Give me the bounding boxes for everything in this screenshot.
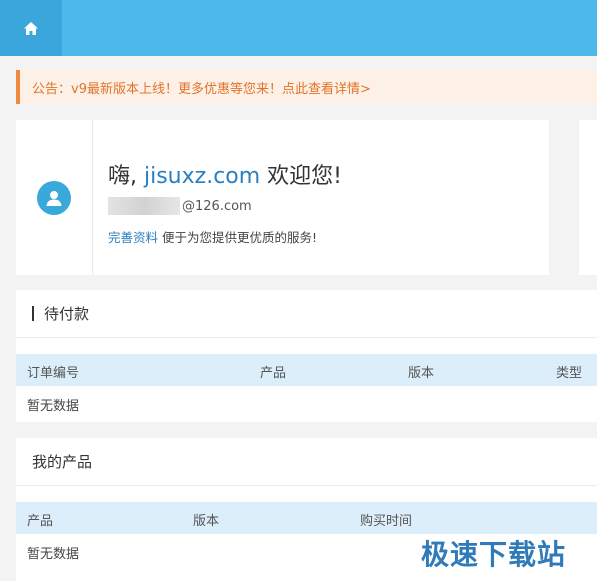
email-domain: @126.com xyxy=(182,198,252,214)
column-purchase-time: 购买时间 xyxy=(360,514,413,529)
announcement-banner: 公告：v9最新版本上线！更多优惠等您来！ 点此查看详情> xyxy=(16,70,597,104)
column-order-number: 订单编号 xyxy=(27,366,80,381)
complete-profile-link[interactable]: 完善资料 xyxy=(108,230,158,245)
column-version: 版本 xyxy=(193,514,220,529)
user-icon xyxy=(46,190,62,206)
top-bar xyxy=(0,0,597,56)
home-button[interactable] xyxy=(0,0,62,56)
welcome-greeting: 嗨, jisuxz.com 欢迎您! xyxy=(108,158,342,190)
watermark-logo: 极速下载站 xyxy=(421,538,567,571)
pending-payment-header: 待付款 xyxy=(16,290,597,338)
profile-prompt: 完善资料 便于为您提供更优质的服务! xyxy=(108,227,317,246)
column-product: 产品 xyxy=(260,366,287,381)
site-name: jisuxz.com xyxy=(144,164,261,189)
avatar[interactable] xyxy=(37,180,71,215)
avatar-column xyxy=(16,120,93,275)
column-product: 产品 xyxy=(27,514,54,529)
pending-payment-panel: 待付款 订单编号 产品 版本 类型 暂无数据 xyxy=(16,290,597,422)
products-empty-text: 暂无数据 xyxy=(27,547,80,562)
email-redacted-block xyxy=(108,197,180,215)
pending-empty-text: 暂无数据 xyxy=(27,399,80,414)
column-type: 类型 xyxy=(556,366,583,381)
section-marker xyxy=(32,306,34,321)
pending-empty-row: 暂无数据 xyxy=(16,386,597,420)
announcement-details-link[interactable]: 点此查看详情> xyxy=(282,78,371,97)
greeting-prefix: 嗨, xyxy=(108,164,144,189)
pending-table-header: 订单编号 产品 版本 类型 xyxy=(16,354,597,386)
profile-prompt-text: 便于为您提供更优质的服务! xyxy=(158,230,318,245)
home-icon xyxy=(24,21,38,35)
greeting-suffix: 欢迎您! xyxy=(260,164,343,189)
my-products-title: 我的产品 xyxy=(32,453,93,471)
column-version: 版本 xyxy=(408,366,435,381)
announcement-text: 公告：v9最新版本上线！更多优惠等您来！ xyxy=(32,81,282,97)
welcome-card: 嗨, jisuxz.com 欢迎您! @126.com 完善资料 便于为您提供更… xyxy=(16,120,549,275)
pending-payment-title: 待付款 xyxy=(44,305,90,323)
user-email: @126.com xyxy=(108,197,252,215)
my-products-header: 我的产品 xyxy=(16,438,597,486)
products-table-header: 产品 版本 购买时间 xyxy=(16,502,597,534)
side-card xyxy=(579,120,597,275)
